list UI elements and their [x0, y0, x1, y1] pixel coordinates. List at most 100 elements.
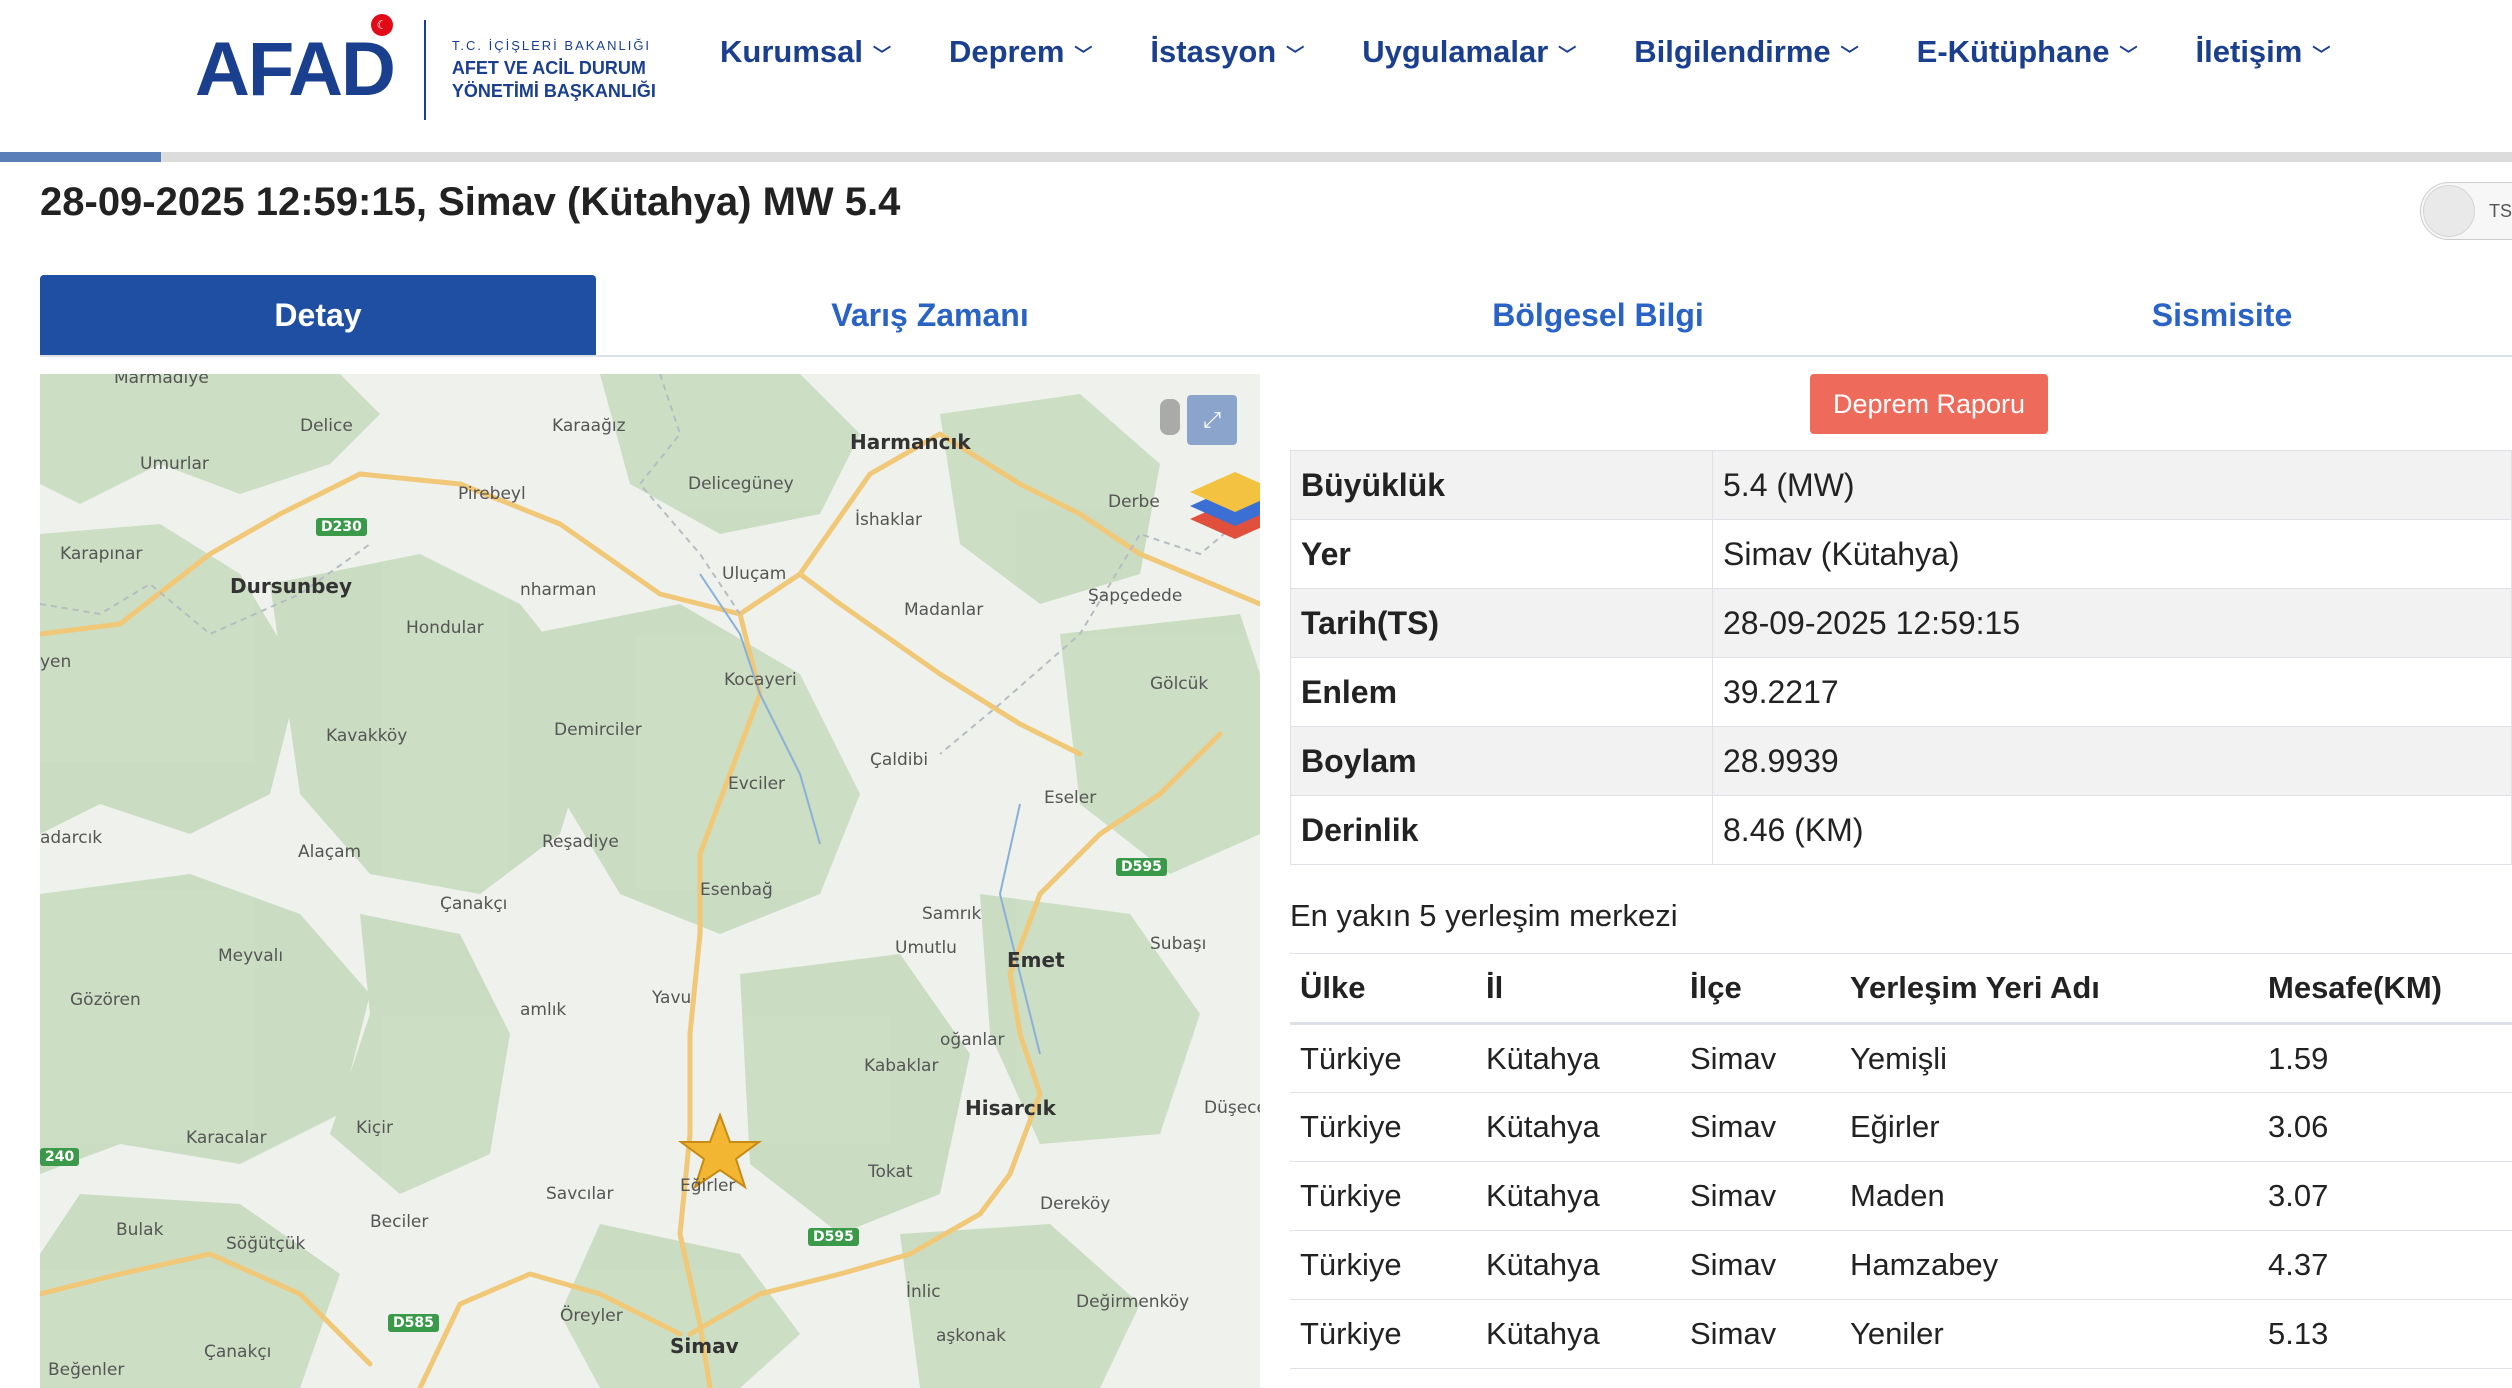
map-label-village: adarcık — [40, 828, 103, 848]
nearest-settlements-title: En yakın 5 yerleşim merkezi — [1290, 898, 1678, 933]
table-cell: 3.07 — [2258, 1161, 2512, 1231]
map-label-village: Demirciler — [554, 720, 642, 740]
map-label-village: Gözören — [70, 990, 141, 1010]
detail-value: 5.4 (MW) — [1712, 450, 2512, 520]
table-row: Türkiye Kütahya Simav Yeniler 5.13 — [1290, 1299, 2512, 1369]
table-cell: Kütahya — [1476, 1161, 1680, 1231]
map-label-village: Evciler — [728, 774, 786, 794]
map-label-village: Umurlar — [140, 454, 209, 474]
tab-bolgesel-bilgi[interactable]: Bölgesel Bilgi — [1264, 275, 1932, 355]
table-cell: Simav — [1680, 1092, 1840, 1162]
afad-logo[interactable]: AFAD ☾ T.C. İÇİŞLERİ BAKANLIĞI AFET VE A… — [195, 14, 656, 120]
map-scroll-handle[interactable] — [1160, 399, 1180, 435]
table-cell: 1.59 — [2258, 1023, 2512, 1093]
nav-label: E-Kütüphane — [1916, 34, 2110, 69]
tab-detay[interactable]: Detay — [40, 275, 596, 355]
map-label-town: Harmancık — [850, 430, 971, 454]
map-label-village: Karacalar — [186, 1128, 267, 1148]
nav-item-istasyon[interactable]: İstasyon ﹀ — [1150, 34, 1304, 70]
nav-label: Kurumsal — [720, 34, 863, 69]
nav-item-deprem[interactable]: Deprem ﹀ — [949, 34, 1092, 70]
nav-label: Uygulamalar — [1362, 34, 1549, 69]
column-header: Mesafe(KM) — [2258, 953, 2512, 1025]
nav-label: İletişim — [2195, 34, 2303, 69]
map-label-village: aşkonak — [936, 1326, 1006, 1346]
map-label-village: Dereköy — [1040, 1194, 1111, 1214]
page-progress-fill — [0, 152, 161, 162]
table-row: Türkiye Kütahya Simav Eğirler 3.06 — [1290, 1092, 2512, 1162]
road-shield: D585 — [388, 1314, 439, 1332]
map-label-village: nharman — [520, 580, 597, 600]
table-cell: Türkiye — [1290, 1230, 1476, 1300]
map-label-village: Kocayeri — [724, 670, 797, 690]
map-label-village: Beciler — [370, 1212, 429, 1232]
map-label-village: Değirmenköy — [1076, 1292, 1190, 1312]
map-label-village: Beğenler — [48, 1360, 125, 1380]
table-cell: Yeniler — [1840, 1299, 2258, 1369]
page-progress-bar — [0, 152, 2512, 162]
map-label-village: Delice — [300, 416, 353, 436]
earthquake-detail-table: Büyüklük 5.4 (MW) Yer Simav (Kütahya) Tarih(… — [1290, 450, 2512, 865]
detail-value: Simav (Kütahya) — [1712, 519, 2512, 589]
logo-subtitle: T.C. İÇİŞLERİ BAKANLIĞI AFET VE ACİL DUR… — [452, 38, 656, 102]
road-shield: 240 — [40, 1148, 80, 1166]
map-label-village: Madanlar — [904, 600, 984, 620]
detail-label: Enlem — [1290, 657, 1713, 727]
table-cell: Türkiye — [1290, 1161, 1476, 1231]
map-label-village: Samrık — [922, 904, 982, 924]
table-cell: 3.06 — [2258, 1092, 2512, 1162]
column-header: İlçe — [1680, 953, 1840, 1025]
tab-sismisite[interactable]: Sismisite — [1932, 275, 2512, 355]
map-label-village: Kavakköy — [326, 726, 408, 746]
nav-item-iletisim[interactable]: İletişim ﹀ — [2196, 34, 2331, 70]
map-label-village: Karapınar — [60, 544, 143, 564]
nav-label: Deprem — [948, 34, 1065, 69]
nav-label: İstasyon — [1150, 34, 1277, 69]
detail-label: Tarih(TS) — [1290, 588, 1713, 658]
logo-sub-line-2: AFET VE ACİL DURUM — [451, 58, 646, 78]
table-row: Türkiye Kütahya Simav Hamzabey 4.37 — [1290, 1230, 2512, 1300]
column-header: İl — [1476, 953, 1680, 1025]
column-header: Ülke — [1290, 953, 1476, 1025]
epicenter-map[interactable]: ⤢ Harmancık Dursunbey Emet Hisarcık Sima… — [40, 374, 1260, 1388]
detail-value: 39.2217 — [1712, 657, 2512, 727]
map-base — [40, 374, 1260, 1388]
detail-label: Derinlik — [1290, 795, 1713, 865]
nav-item-e-kutuphane[interactable]: E-Kütüphane ﹀ — [1917, 34, 2138, 70]
table-cell: Kütahya — [1476, 1023, 1680, 1093]
table-cell: Simav — [1680, 1230, 1840, 1300]
table-cell: Simav — [1680, 1161, 1840, 1231]
table-cell: Kütahya — [1476, 1230, 1680, 1300]
chevron-down-icon: ﹀ — [1840, 45, 1859, 65]
map-label-village: Eğirler — [680, 1176, 736, 1196]
chevron-down-icon: ﹀ — [2119, 45, 2138, 65]
fullscreen-expand-icon[interactable]: ⤢ — [1187, 395, 1237, 445]
table-cell: Türkiye — [1290, 1023, 1476, 1093]
table-cell: Maden — [1840, 1161, 2258, 1231]
earthquake-report-button[interactable]: Deprem Raporu — [1810, 374, 2048, 434]
table-row: Türkiye Kütahya Simav Maden 3.07 — [1290, 1161, 2512, 1231]
table-cell: Kütahya — [1476, 1299, 1680, 1369]
nav-item-uygulamalar[interactable]: Uygulamalar ﹀ — [1362, 34, 1576, 70]
map-label-village: Çaldibi — [870, 750, 929, 770]
table-cell: Hamzabey — [1840, 1230, 2258, 1300]
toggle-label: TS — [2489, 201, 2512, 221]
tab-varis-zamani[interactable]: Varış Zamanı — [596, 275, 1264, 355]
nav-item-kurumsal[interactable]: Kurumsal ﹀ — [720, 34, 891, 70]
table-cell: 5.13 — [2258, 1299, 2512, 1369]
chevron-down-icon: ﹀ — [1558, 45, 1577, 65]
time-zone-toggle[interactable]: TS — [2420, 182, 2512, 240]
chevron-down-icon: ﹀ — [1286, 45, 1305, 65]
map-label-village: amlık — [520, 1000, 567, 1020]
map-label-village: İshaklar — [855, 510, 923, 530]
road-shield: D230 — [316, 518, 367, 536]
nav-item-bilgilendirme[interactable]: Bilgilendirme ﹀ — [1634, 34, 1858, 70]
road-shield: D595 — [808, 1228, 859, 1246]
table-cell: Eğirler — [1840, 1092, 2258, 1162]
table-cell: Simav — [1680, 1023, 1840, 1093]
map-label-village: Delicegüney — [688, 474, 794, 494]
map-label-village: Meyvalı — [218, 946, 284, 966]
map-label-village: Bulak — [116, 1220, 164, 1240]
map-label-village: Uluçam — [722, 564, 787, 584]
toggle-knob — [2423, 185, 2475, 237]
